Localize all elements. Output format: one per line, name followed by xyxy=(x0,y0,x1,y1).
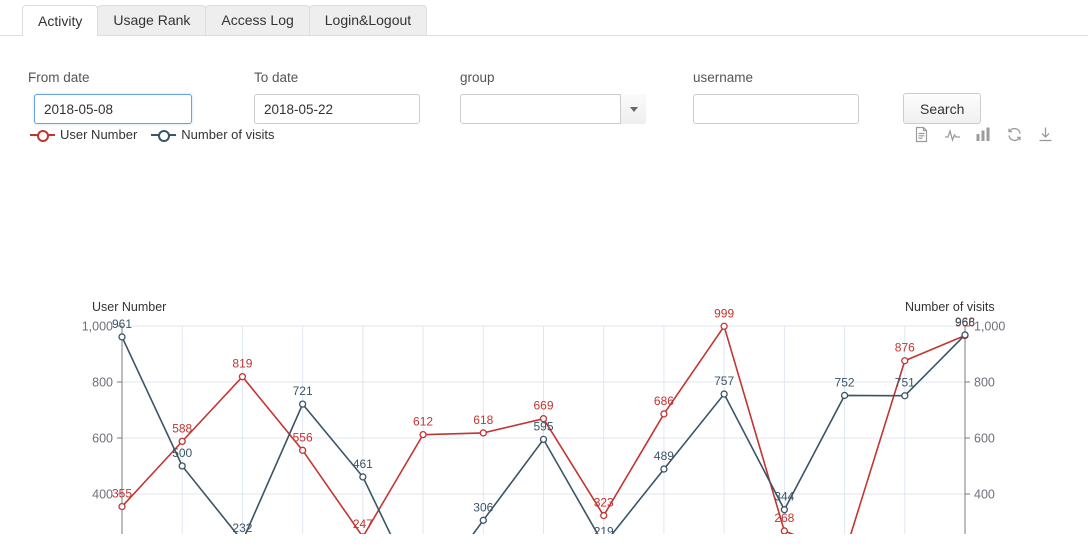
svg-text:595: 595 xyxy=(533,419,553,433)
username-label: username xyxy=(693,70,754,85)
tab-label: Login&Logout xyxy=(324,12,412,28)
to-date-label: To date xyxy=(254,70,299,85)
svg-text:968: 968 xyxy=(955,315,975,329)
svg-text:600: 600 xyxy=(974,431,995,445)
chevron-down-icon xyxy=(629,106,638,112)
group-select-toggle[interactable] xyxy=(620,94,646,124)
svg-text:686: 686 xyxy=(654,394,674,408)
group-select-value[interactable] xyxy=(460,94,646,124)
svg-text:669: 669 xyxy=(533,399,553,413)
svg-text:556: 556 xyxy=(293,430,313,444)
svg-text:306: 306 xyxy=(473,500,493,514)
tab-label: Usage Rank xyxy=(113,12,191,28)
svg-text:721: 721 xyxy=(293,384,313,398)
username-field-group: username xyxy=(693,70,859,124)
tab-access-log[interactable]: Access Log xyxy=(205,5,310,35)
tab-activity[interactable]: Activity xyxy=(22,5,99,36)
chart-plot: 002002004004006006008008001,0001,00005-0… xyxy=(82,306,1005,534)
svg-text:400: 400 xyxy=(974,487,995,501)
svg-text:588: 588 xyxy=(172,421,192,435)
from-date-label: From date xyxy=(28,70,90,85)
to-date-field-group: To date xyxy=(254,70,420,124)
group-label: group xyxy=(460,70,495,85)
search-button[interactable]: Search xyxy=(903,93,982,124)
svg-text:500: 500 xyxy=(172,446,192,460)
to-date-input[interactable] xyxy=(254,94,420,124)
svg-text:323: 323 xyxy=(594,496,614,510)
svg-text:355: 355 xyxy=(112,487,132,501)
svg-text:961: 961 xyxy=(112,317,132,331)
tab-login-logout[interactable]: Login&Logout xyxy=(308,5,428,35)
svg-text:461: 461 xyxy=(353,457,373,471)
tab-bar: Activity Usage Rank Access Log Login&Log… xyxy=(0,0,1088,36)
tab-label: Access Log xyxy=(221,12,294,28)
svg-text:1,000: 1,000 xyxy=(82,319,113,333)
svg-text:600: 600 xyxy=(92,431,113,445)
svg-text:819: 819 xyxy=(232,357,252,371)
svg-text:999: 999 xyxy=(714,306,734,320)
svg-text:400: 400 xyxy=(92,487,113,501)
group-select[interactable] xyxy=(460,94,646,124)
svg-text:751: 751 xyxy=(895,376,915,390)
svg-text:618: 618 xyxy=(473,413,493,427)
svg-text:344: 344 xyxy=(774,490,794,504)
svg-text:800: 800 xyxy=(974,375,995,389)
svg-text:757: 757 xyxy=(714,374,734,388)
from-date-input[interactable] xyxy=(34,94,192,124)
svg-text:612: 612 xyxy=(413,415,433,429)
from-date-field-group: From date xyxy=(28,70,192,124)
svg-text:219: 219 xyxy=(594,525,614,534)
username-input[interactable] xyxy=(693,94,859,124)
group-field-group: group xyxy=(460,70,646,124)
svg-text:489: 489 xyxy=(654,449,674,463)
svg-text:232: 232 xyxy=(232,521,252,534)
svg-text:876: 876 xyxy=(895,341,915,355)
filter-bar: From date To date group username Search xyxy=(0,36,1088,124)
tab-usage-rank[interactable]: Usage Rank xyxy=(97,5,207,35)
chart-container: User Number Number of visits User Number… xyxy=(0,124,1088,534)
tab-label: Activity xyxy=(38,13,83,29)
svg-text:247: 247 xyxy=(353,517,373,531)
svg-text:1,000: 1,000 xyxy=(974,319,1005,333)
svg-text:800: 800 xyxy=(92,375,113,389)
svg-text:752: 752 xyxy=(835,375,855,389)
